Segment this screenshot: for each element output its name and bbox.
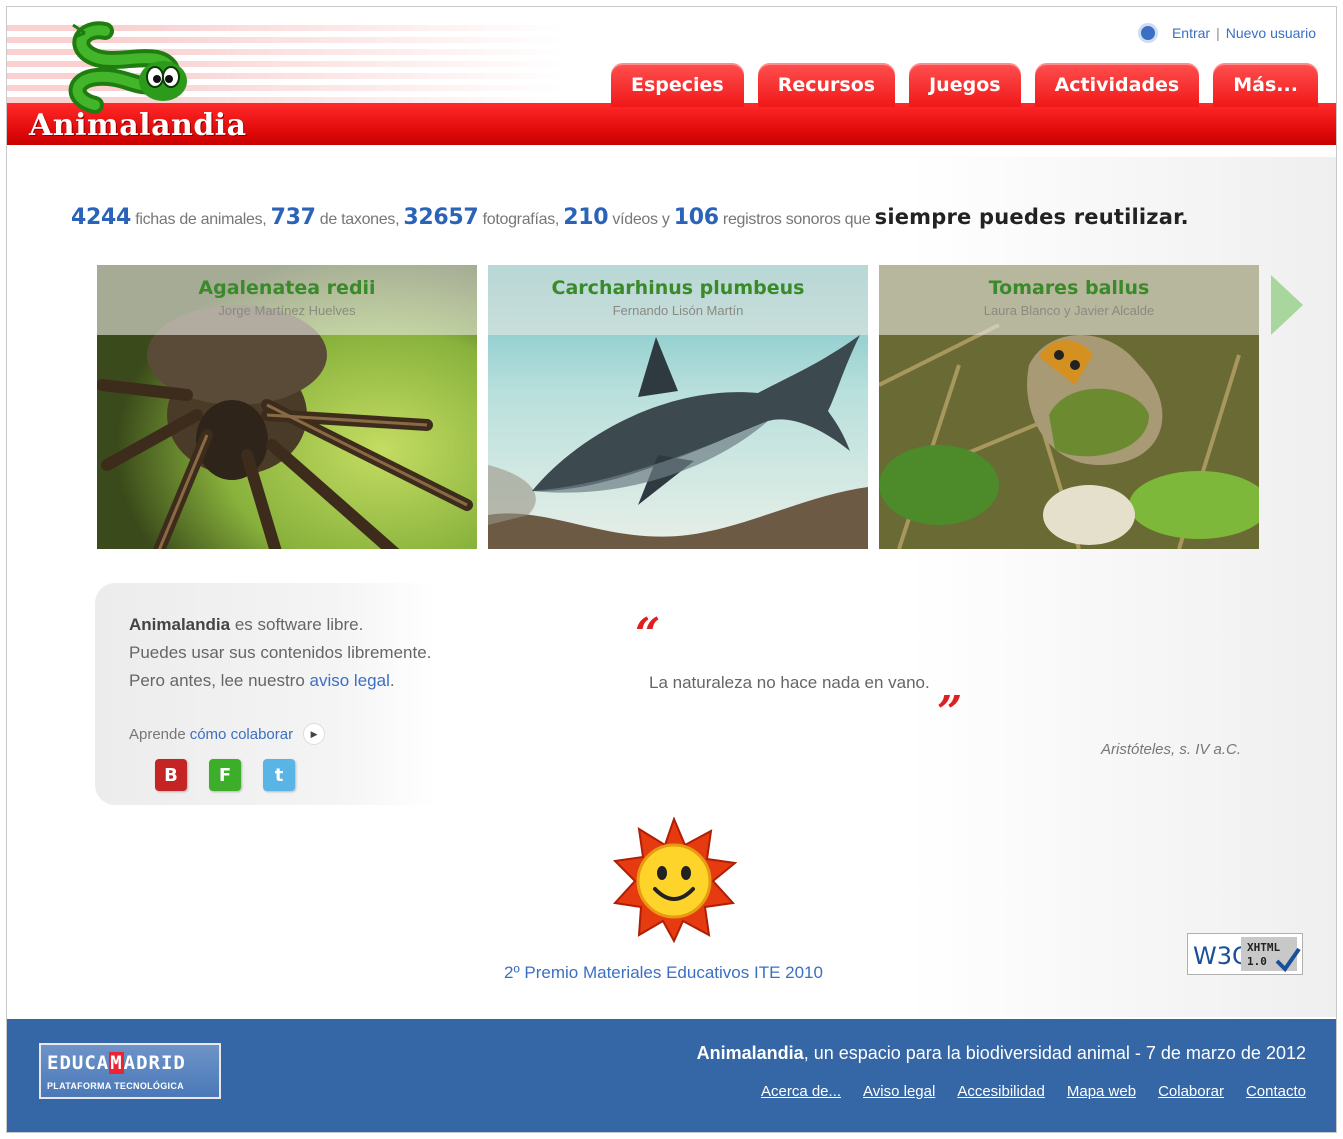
blog-icon[interactable]: B (155, 759, 187, 791)
learn-collaborate: Aprende cómo colaborar ▶ (129, 723, 326, 745)
stat-fotos-label: fotografías, (482, 211, 560, 228)
main-nav: Especies Recursos Juegos Actividades Más… (611, 63, 1318, 107)
footer-tagline-text: , un espacio para la biodiversidad anima… (803, 1043, 1306, 1063)
info-line1: es software libre. (230, 615, 364, 634)
footer-link-contact[interactable]: Contacto (1246, 1083, 1306, 1100)
w3c-badge-top: XHTML (1247, 941, 1280, 954)
stats-line: 4244 fichas de animales, 737 de taxones,… (71, 205, 1189, 230)
photo-author: Jorge Martínez Huelves (218, 303, 356, 318)
photo-author: Laura Blanco y Javier Alcalde (983, 303, 1155, 318)
legal-notice-link[interactable]: aviso legal (310, 671, 390, 690)
tab-especies[interactable]: Especies (611, 63, 744, 107)
footer-tagline: Animalandia, un espacio para la biodiver… (697, 1043, 1306, 1064)
stat-fichas-label: fichas de animales, (135, 211, 267, 228)
site-footer: EDUCAMADRID PLATAFORMA TECNOLÓGICA Anima… (7, 1019, 1336, 1132)
award-link[interactable]: 2º Premio Materiales Educativos ITE 2010 (504, 963, 823, 983)
footer-link-sitemap[interactable]: Mapa web (1067, 1083, 1136, 1100)
snake-logo-icon[interactable] (65, 19, 195, 115)
info-line3-suffix: . (389, 671, 395, 690)
info-line2: Puedes usar sus contenidos libremente. (129, 643, 432, 662)
w3c-badge-bottom: 1.0 (1247, 955, 1267, 968)
stat-sonidos-label: registros sonoros que (722, 211, 871, 228)
twitter-icon[interactable]: t (263, 759, 295, 791)
new-user-link[interactable]: Nuevo usuario (1226, 25, 1316, 41)
quote-text: La naturaleza no hace nada en vano. (649, 673, 930, 692)
gallery-caption: Carcharhinus plumbeus Fernando Lisón Mar… (488, 265, 868, 335)
educamadrid-wordmark: EDUCAMADRID (47, 1052, 186, 1074)
gallery-card-shark[interactable]: Carcharhinus plumbeus Fernando Lisón Mar… (488, 265, 868, 549)
gallery-card-spider[interactable]: Agalenatea redii Jorge Martínez Huelves (97, 265, 477, 549)
info-line3-prefix: Pero antes, lee nuestro (129, 671, 310, 690)
stat-taxones-number: 737 (270, 205, 316, 230)
site-header: Animalandia Entrar | Nuevo usuario Espec… (7, 7, 1336, 145)
stat-videos-label: vídeos y (612, 211, 670, 228)
stat-taxones-label: de taxones, (319, 211, 400, 228)
stat-videos-number: 210 (563, 205, 609, 230)
quote-author: Aristóteles, s. IV a.C. (1101, 741, 1242, 758)
stats-highlight: siempre puedes reutilizar. (874, 205, 1189, 229)
user-icon (1137, 23, 1158, 43)
photo-author: Fernando Lisón Martín (612, 303, 744, 318)
free-software-text: Animalandia es software libre. Puedes us… (129, 611, 431, 695)
educamadrid-subtitle: PLATAFORMA TECNOLÓGICA (47, 1081, 184, 1091)
user-links: Entrar | Nuevo usuario (1137, 23, 1316, 43)
how-to-collaborate-link[interactable]: cómo colaborar (190, 726, 293, 743)
login-link[interactable]: Entrar (1172, 25, 1210, 41)
quote-close-mark: ” (937, 687, 963, 738)
w3c-xhtml-badge-icon[interactable]: W3C XHTML 1.0 (1187, 933, 1303, 975)
tab-juegos[interactable]: Juegos (909, 63, 1021, 107)
tab-actividades[interactable]: Actividades (1034, 63, 1200, 107)
footer-link-legal[interactable]: Aviso legal (863, 1083, 935, 1100)
footer-link-about[interactable]: Acerca de... (761, 1083, 841, 1100)
stat-fotos-number: 32657 (403, 205, 479, 230)
award-sun-icon[interactable] (611, 817, 737, 943)
gallery-next-arrow-icon[interactable] (1269, 273, 1305, 337)
info-brand: Animalandia (129, 615, 231, 634)
tab-mas[interactable]: Más... (1213, 63, 1318, 107)
species-name[interactable]: Agalenatea redii (97, 277, 477, 299)
gallery-caption: Tomares ballus Laura Blanco y Javier Alc… (879, 265, 1259, 335)
footer-link-collaborate[interactable]: Colaborar (1158, 1083, 1224, 1100)
gallery-caption: Agalenatea redii Jorge Martínez Huelves (97, 265, 477, 335)
species-name[interactable]: Tomares ballus (879, 277, 1259, 299)
gallery-card-butterfly[interactable]: Tomares ballus Laura Blanco y Javier Alc… (879, 265, 1259, 549)
species-name[interactable]: Carcharhinus plumbeus (488, 277, 868, 299)
learn-label: Aprende (129, 725, 186, 743)
link-separator: | (1216, 25, 1220, 41)
tab-recursos[interactable]: Recursos (757, 63, 896, 107)
footer-links: Acerca de... Aviso legal Accesibilidad M… (761, 1083, 1306, 1100)
footer-brand: Animalandia (696, 1043, 804, 1063)
footer-link-accessibility[interactable]: Accesibilidad (957, 1083, 1045, 1100)
stat-sonidos-number: 106 (673, 205, 719, 230)
site-logo-text[interactable]: Animalandia (29, 108, 247, 143)
play-icon[interactable]: ▶ (303, 723, 326, 745)
facebook-icon[interactable]: F (209, 759, 241, 791)
educamadrid-logo[interactable]: EDUCAMADRID PLATAFORMA TECNOLÓGICA (39, 1043, 221, 1099)
page-frame: Animalandia Entrar | Nuevo usuario Espec… (6, 6, 1337, 1133)
free-software-box: Animalandia es software libre. Puedes us… (95, 583, 435, 805)
w3c-label: W3C (1193, 942, 1249, 970)
quote-open-mark: “ (635, 609, 661, 660)
stat-fichas-number: 4244 (71, 205, 132, 230)
